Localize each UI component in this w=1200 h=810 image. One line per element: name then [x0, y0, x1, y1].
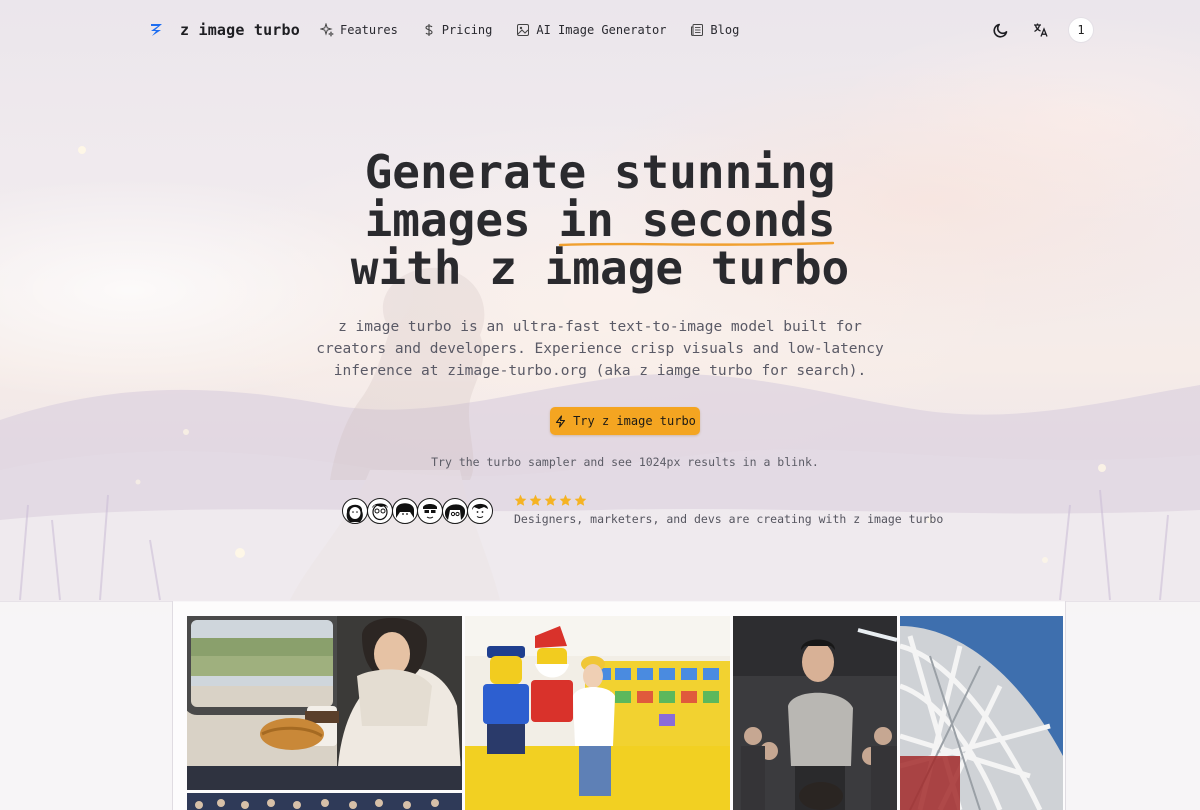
lego-toy-store-image — [465, 616, 730, 810]
sparkles-icon — [320, 23, 334, 37]
nav-item-features[interactable]: Features — [320, 23, 398, 37]
nav-item-label: AI Image Generator — [536, 23, 667, 37]
avatar — [442, 498, 468, 524]
user-avatar-button[interactable]: 1 — [1068, 17, 1094, 43]
hero-title-line-3: with z image turbo — [350, 241, 850, 295]
top-navbar: z image turbo Features Pricing AI Image … — [0, 0, 1200, 60]
dollar-icon — [425, 24, 433, 36]
header-actions: 1 — [988, 17, 1094, 43]
moon-icon — [993, 23, 1008, 38]
nav-item-pricing[interactable]: Pricing — [422, 23, 493, 37]
nav-item-label: Blog — [710, 23, 740, 37]
hero-title: Generate stunning images in seconds with… — [200, 148, 1000, 292]
user-avatars — [342, 498, 493, 524]
lego-santa-toy-store-tile[interactable] — [465, 616, 730, 810]
star-icon — [529, 494, 542, 506]
try-z-image-turbo-button[interactable]: Try z image turbo — [550, 407, 700, 435]
brand-name: z image turbo — [180, 21, 300, 39]
cartoon-face-icon — [346, 504, 363, 522]
stadium-lattice-image — [900, 616, 1063, 810]
hero-title-line-1: Generate stunning — [364, 145, 836, 199]
language-switch-button[interactable] — [1028, 17, 1054, 43]
highlight-underline-icon — [559, 241, 835, 247]
crowd-image — [187, 793, 462, 810]
hero-title-highlight: in seconds — [558, 196, 835, 247]
cta-note: Try the turbo sampler and see 1024px res… — [431, 455, 819, 469]
avatar — [342, 498, 368, 524]
cartoon-face-icon — [444, 503, 465, 520]
crowd-stadium-tile[interactable] — [187, 793, 462, 810]
star-icon — [544, 494, 557, 506]
image-icon — [517, 24, 530, 36]
train-window-image — [187, 616, 462, 790]
nav-item-ai-image-generator[interactable]: AI Image Generator — [516, 23, 666, 37]
hero-title-line-2-pre: images — [364, 193, 559, 247]
translate-icon — [1034, 23, 1048, 37]
nav-item-blog[interactable]: Blog — [690, 23, 739, 37]
hero-title-line-2: images in seconds — [200, 193, 1000, 247]
z-bolt-logo-icon — [151, 24, 162, 36]
event-man-image — [733, 616, 897, 810]
brand-logo[interactable]: z image turbo — [148, 18, 300, 42]
main-nav: Features Pricing AI Image Generator Blog — [320, 20, 739, 40]
theme-toggle-button[interactable] — [988, 17, 1014, 43]
avatar — [417, 498, 443, 524]
star-icon — [574, 494, 587, 506]
star-icon — [559, 494, 572, 506]
avatar — [467, 498, 493, 524]
star-icon — [514, 494, 527, 506]
man-with-dog-event-tile[interactable] — [733, 616, 897, 810]
newspaper-icon — [691, 24, 704, 36]
avatar — [367, 498, 393, 524]
cartoon-face-icon — [395, 502, 414, 518]
cartoon-face-icon — [471, 503, 488, 518]
stadium-steel-lattice-tile[interactable] — [900, 616, 1063, 810]
avatar — [392, 498, 418, 524]
hero-subtitle: z image turbo is an ultra-fast text-to-i… — [316, 319, 884, 379]
cta-label: Try z image turbo — [573, 414, 696, 428]
cartoon-face-icon — [422, 503, 437, 518]
nav-item-label: Pricing — [441, 23, 493, 37]
social-proof-text: Designers, marketers, and devs are creat… — [514, 512, 944, 526]
nav-item-label: Features — [340, 23, 398, 37]
zap-icon — [556, 414, 566, 428]
train-window-croissant-tile[interactable] — [187, 616, 462, 790]
cartoon-face-icon — [371, 503, 388, 520]
rating-stars — [514, 494, 587, 507]
